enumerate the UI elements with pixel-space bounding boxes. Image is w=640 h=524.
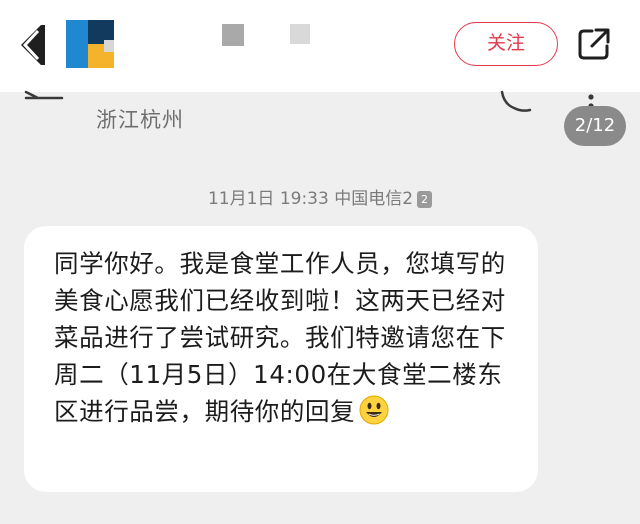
timestamp-text: 11月1日 19:33 中国电信2 bbox=[207, 189, 414, 209]
sms-back-arrow-icon bbox=[22, 90, 68, 110]
screen: 关注 浙江杭州 2/12 11月1日 19:33 中国电信2 2 同学你好。我是食… bbox=[0, 0, 640, 524]
share-external-icon[interactable] bbox=[576, 26, 612, 62]
follow-button[interactable]: 关注 bbox=[454, 22, 558, 66]
image-page-counter: 2/12 bbox=[564, 106, 626, 146]
smiley-emoji bbox=[359, 395, 389, 425]
user-avatar[interactable] bbox=[66, 20, 116, 68]
message-text: 同学你好。我是食堂工作人员，您填写的美食心愿我们已经收到啦！这两天已经对菜品进行… bbox=[54, 249, 506, 426]
blurred-username-part bbox=[290, 24, 310, 44]
sender-location: 浙江杭州 bbox=[96, 108, 184, 132]
message-timestamp: 11月1日 19:33 中国电信2 2 bbox=[0, 184, 640, 209]
back-chevron-icon[interactable] bbox=[14, 22, 54, 68]
blurred-username bbox=[222, 24, 244, 46]
message-text-wrapper: 同学你好。我是食堂工作人员，您填写的美食心愿我们已经收到啦！这两天已经对菜品进行… bbox=[54, 245, 516, 430]
sim-card-badge: 2 bbox=[417, 191, 433, 208]
phone-call-icon bbox=[496, 90, 538, 114]
top-app-bar: 关注 bbox=[0, 0, 640, 92]
message-bubble: 同学你好。我是食堂工作人员，您填写的美食心愿我们已经收到啦！这两天已经对菜品进行… bbox=[24, 226, 538, 492]
